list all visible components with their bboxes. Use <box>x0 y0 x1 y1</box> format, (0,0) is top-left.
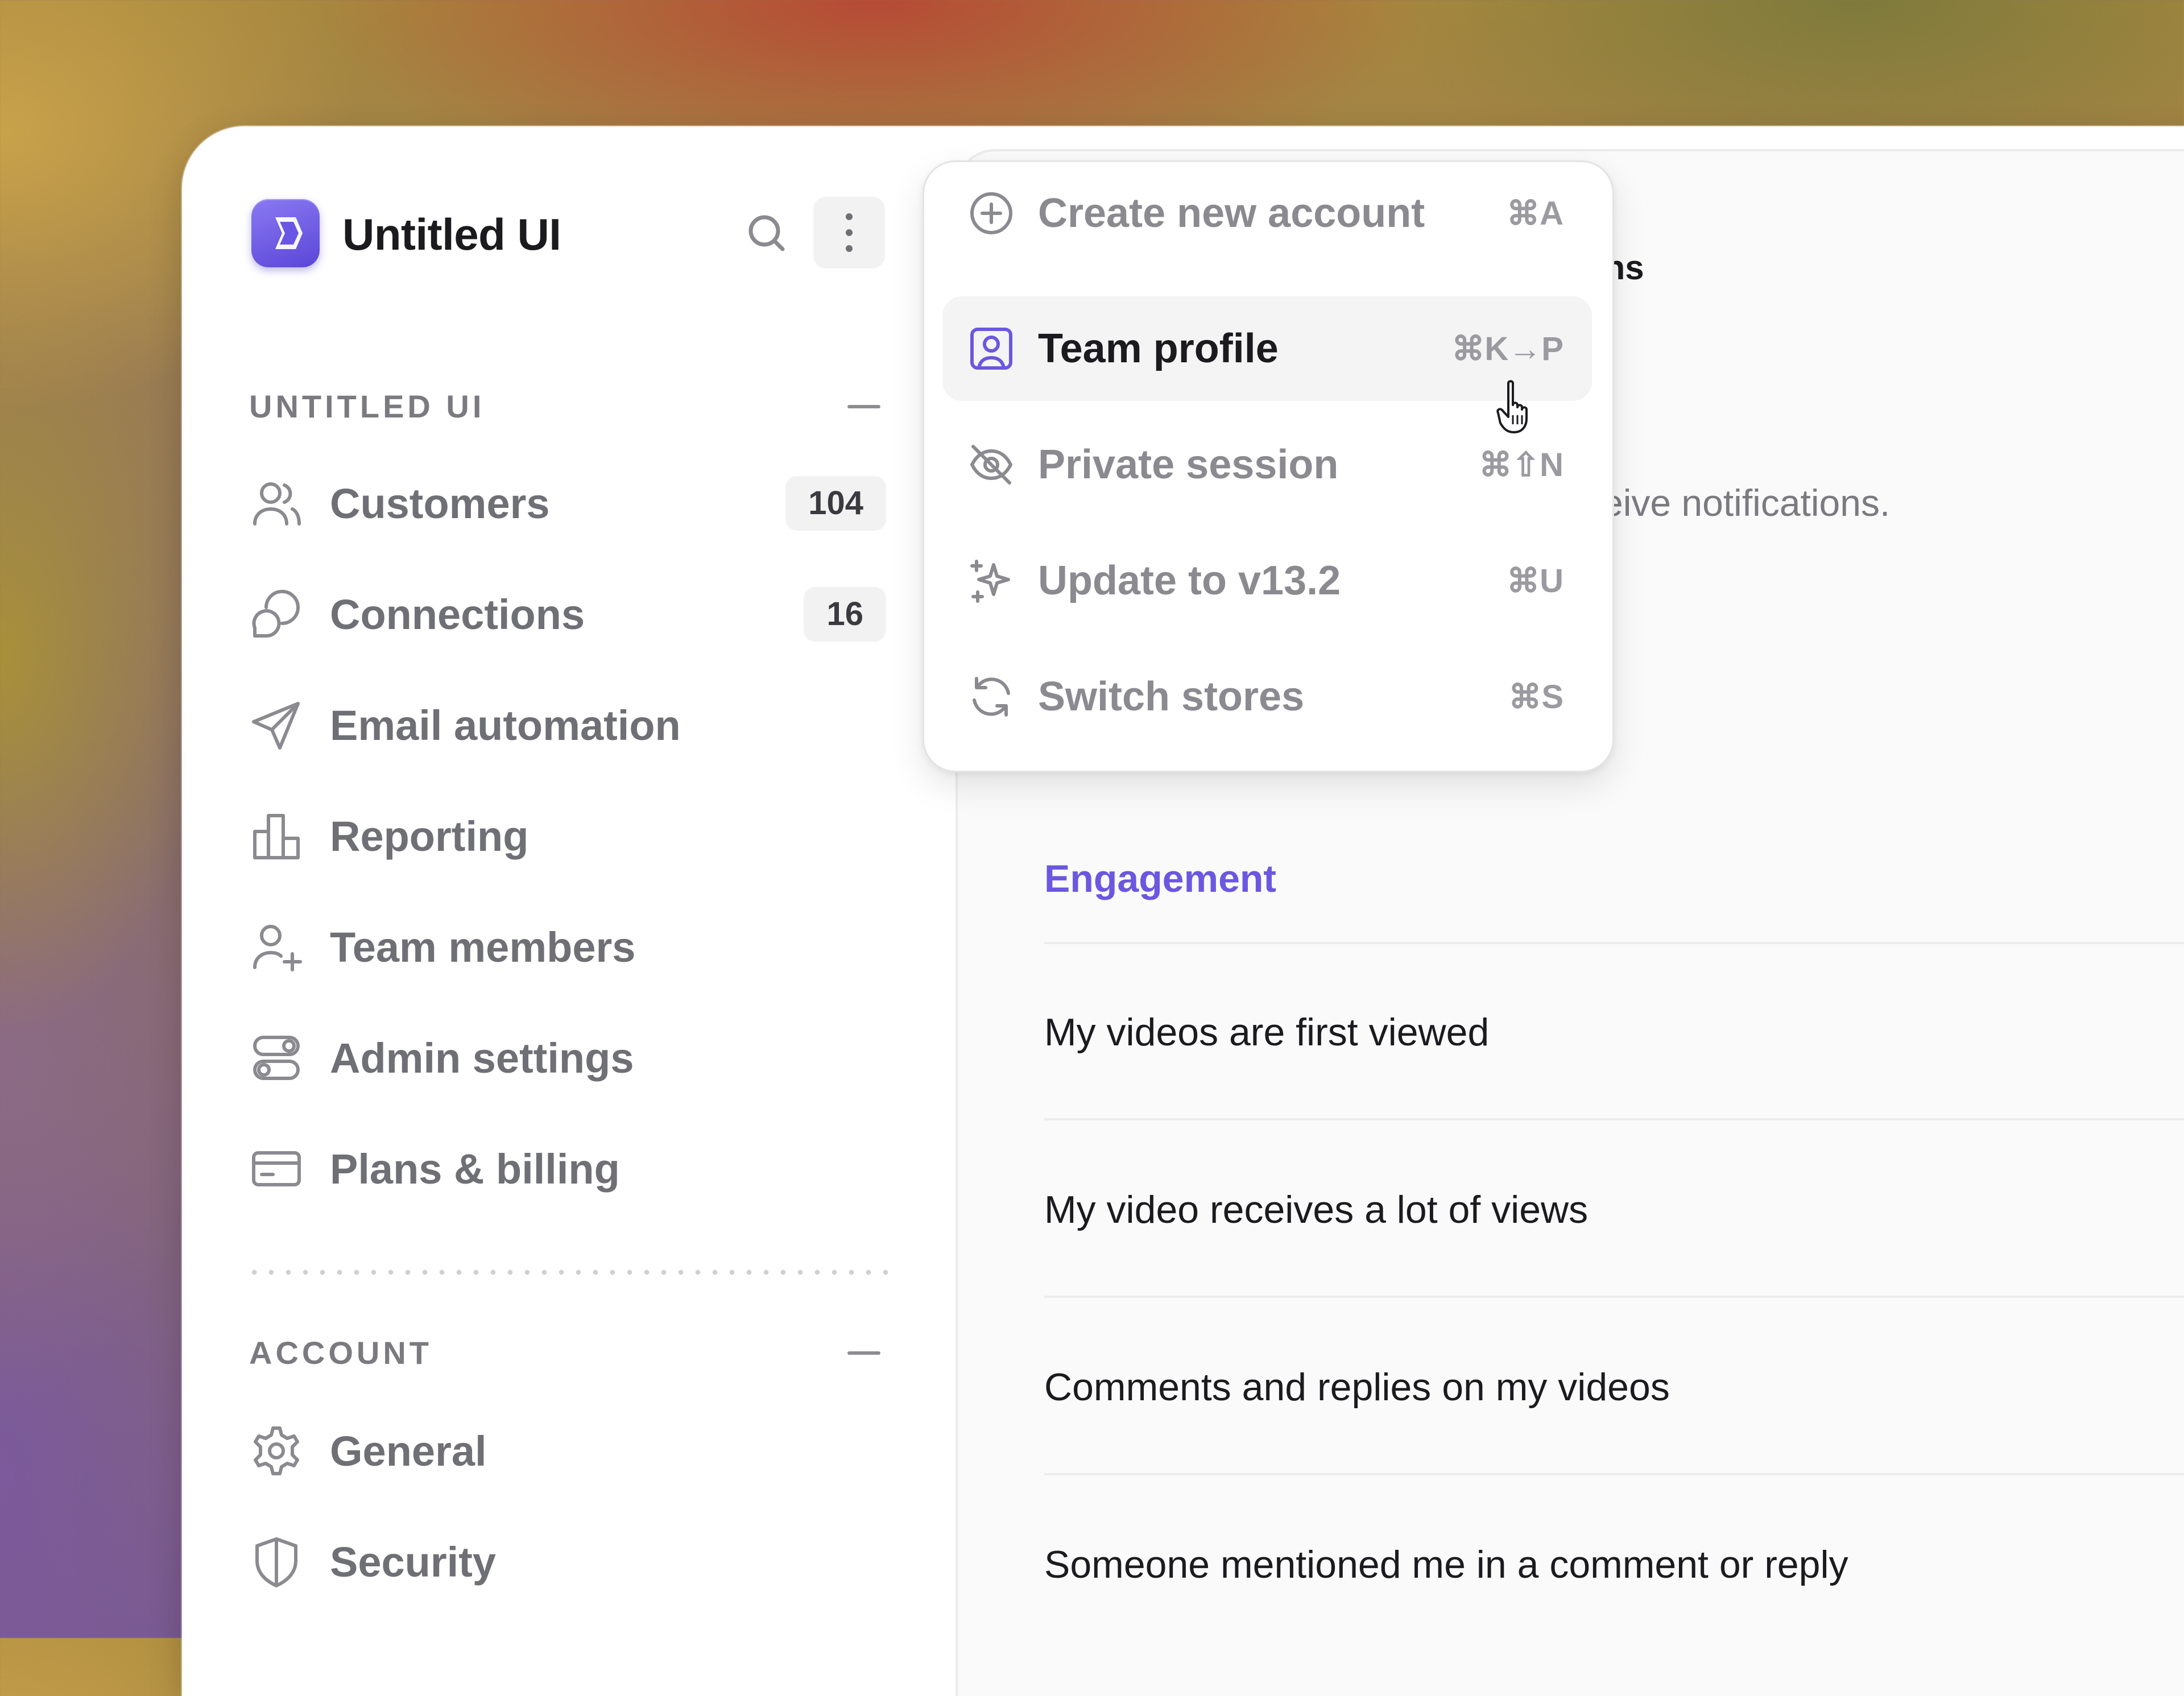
divider <box>1044 1473 2184 1475</box>
count-badge: 104 <box>785 476 886 531</box>
shield-icon <box>249 1534 304 1589</box>
notification-row[interactable]: My video receives a lot of views <box>1044 1188 1588 1232</box>
sidebar-item-label: Customers <box>330 479 550 527</box>
sidebar-item-label: Plans & billing <box>330 1145 620 1193</box>
sidebar-item-label: Admin settings <box>330 1034 634 1082</box>
section-title-untitled-ui: UNTITLED UI <box>249 388 485 424</box>
search-button[interactable] <box>738 205 795 262</box>
user-plus-icon <box>249 920 304 974</box>
hand-pointer-cursor-icon <box>1496 380 1528 433</box>
keyboard-shortcut: ⌘K→P <box>1451 330 1563 367</box>
more-options-button[interactable] <box>813 197 885 268</box>
sidebar-item-label: Connections <box>330 590 585 638</box>
users-icon <box>249 476 304 531</box>
sidebar-item-customers[interactable]: Customers 104 <box>249 461 886 546</box>
notification-row[interactable]: Someone mentioned me in a comment or rep… <box>1044 1542 1848 1587</box>
sidebar-item-label: Email automation <box>330 701 681 749</box>
sidebar-item-plans-billing[interactable]: Plans & billing <box>249 1126 886 1211</box>
collapse-section-button[interactable] <box>847 1351 880 1355</box>
keyboard-shortcut: ⌘A <box>1507 195 1563 232</box>
menu-item-label: Update to v13.2 <box>1038 558 1341 603</box>
search-icon <box>748 215 785 251</box>
brand-logo[interactable] <box>251 199 320 267</box>
logo-icon <box>275 217 303 249</box>
section-title-account: ACCOUNT <box>249 1335 432 1371</box>
user-square-icon <box>967 325 1015 373</box>
refresh-icon <box>967 673 1015 721</box>
section-divider <box>246 1269 888 1275</box>
sidebar-item-general[interactable]: General <box>249 1408 886 1494</box>
eye-off-icon <box>967 441 1015 489</box>
menu-item-create-new-account[interactable]: Create new account ⌘A <box>942 161 1592 266</box>
menu-item-update[interactable]: Update to v13.2 ⌘U <box>942 528 1592 633</box>
divider <box>1044 942 2184 944</box>
account-dropdown-menu: Create new account ⌘A Team profile ⌘K→P … <box>923 160 1614 772</box>
notification-row[interactable]: My videos are first viewed <box>1044 1010 1489 1054</box>
gear-icon <box>249 1424 304 1478</box>
sidebar-item-email-automation[interactable]: Email automation <box>249 682 886 768</box>
sparkle-icon <box>967 557 1015 605</box>
collapse-section-button[interactable] <box>847 405 880 408</box>
menu-item-label: Private session <box>1038 442 1339 487</box>
credit-card-icon <box>249 1141 304 1196</box>
toggle-icon <box>249 1031 304 1085</box>
sidebar-item-reporting[interactable]: Reporting <box>249 793 886 879</box>
brand-name: Untitled UI <box>342 209 561 259</box>
sidebar-item-label: General <box>330 1427 487 1475</box>
menu-item-label: Team profile <box>1038 326 1279 371</box>
menu-item-label: Switch stores <box>1038 674 1305 719</box>
sidebar-item-label: Reporting <box>330 812 529 860</box>
keyboard-shortcut: ⌘S <box>1508 679 1563 715</box>
plus-circle-icon <box>967 189 1015 237</box>
keyboard-shortcut: ⌘⇧N <box>1479 446 1563 483</box>
keyboard-shortcut: ⌘U <box>1507 562 1563 599</box>
bar-chart-icon <box>249 809 304 863</box>
divider <box>1044 1118 2184 1120</box>
sidebar-item-label: Security <box>330 1538 497 1586</box>
sidebar-item-admin-settings[interactable]: Admin settings <box>249 1015 886 1101</box>
sidebar-item-connections[interactable]: Connections 16 <box>249 572 886 657</box>
menu-item-label: Create new account <box>1038 191 1425 236</box>
menu-item-switch-stores[interactable]: Switch stores ⌘S <box>942 644 1592 749</box>
notification-row[interactable]: Comments and replies on my videos <box>1044 1365 1670 1409</box>
group-title-engagement: Engagement <box>1044 857 1277 900</box>
count-badge: 16 <box>804 587 886 642</box>
sidebar-item-label: Team members <box>330 923 636 971</box>
divider <box>1044 1296 2184 1298</box>
page-description: ceive notifications. <box>1583 482 1891 524</box>
sidebar-item-team-members[interactable]: Team members <box>249 904 886 990</box>
sidebar-item-security[interactable]: Security <box>249 1519 886 1604</box>
send-icon <box>249 698 304 752</box>
message-chat-icon <box>249 587 304 642</box>
dots-vertical-icon <box>846 213 853 252</box>
